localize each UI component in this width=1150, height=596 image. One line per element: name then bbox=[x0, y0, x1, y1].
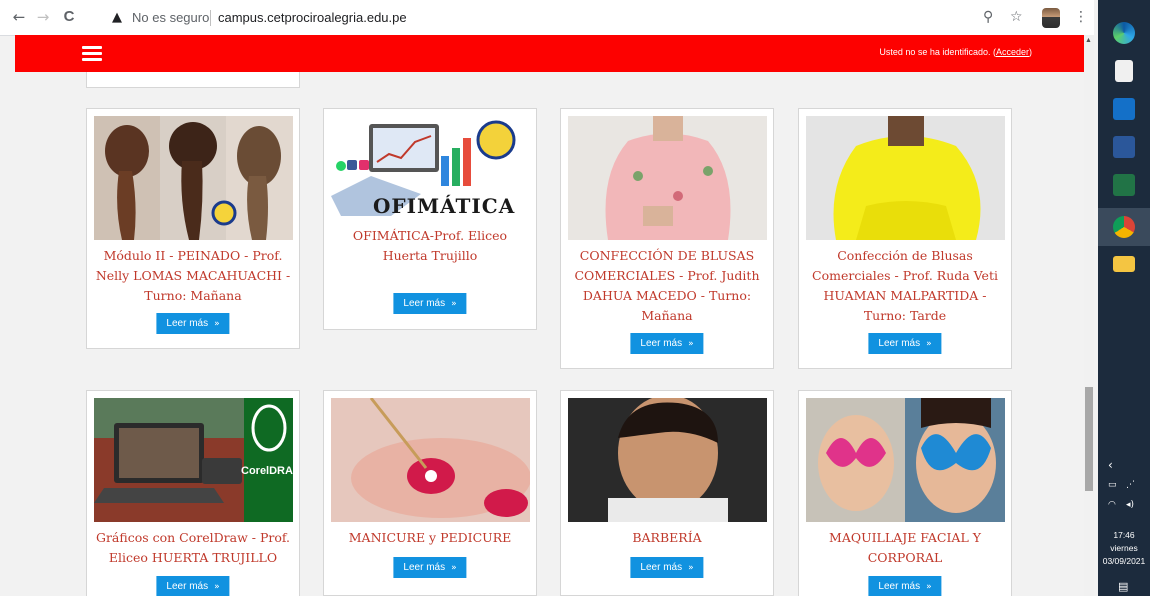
excel-icon[interactable] bbox=[1113, 174, 1135, 196]
course-image-barberia[interactable] bbox=[568, 398, 767, 522]
course-card: Confección de Blusas Comerciales - Prof.… bbox=[798, 108, 1012, 369]
read-more-button[interactable]: Leer más» bbox=[630, 557, 704, 578]
site-header: Usted no se ha identificado. (Acceder) bbox=[15, 35, 1084, 72]
course-title[interactable]: MANICURE y PEDICURE bbox=[330, 528, 530, 548]
login-info: Usted no se ha identificado. (Acceder) bbox=[879, 47, 1032, 57]
chevron-right-icon: » bbox=[214, 582, 220, 592]
course-image-ofimatica[interactable]: OFIMÁTICA bbox=[331, 116, 530, 240]
file-explorer-icon[interactable] bbox=[1113, 256, 1135, 272]
browser-toolbar: ← → C ▲ No es seguro campus.cetprociroal… bbox=[0, 0, 1094, 36]
login-text: Usted no se ha identificado. ( bbox=[879, 47, 996, 57]
course-title[interactable]: MAQUILLAJE FACIAL Y CORPORAL bbox=[805, 528, 1005, 568]
clock-time[interactable]: 17:46 bbox=[1098, 530, 1150, 540]
course-card: Módulo II - PEINADO - Prof. Nelly LOMAS … bbox=[86, 108, 300, 349]
chevron-right-icon: » bbox=[451, 563, 457, 573]
profile-avatar[interactable] bbox=[1042, 8, 1060, 28]
chevron-right-icon: » bbox=[451, 299, 457, 309]
previous-card-bottom bbox=[86, 72, 300, 88]
read-more-button[interactable]: Leer más» bbox=[156, 313, 230, 334]
edge-icon[interactable] bbox=[1113, 22, 1135, 44]
course-card: MAQUILLAJE FACIAL Y CORPORAL Leer más» bbox=[798, 390, 1012, 596]
clock-day[interactable]: viernes bbox=[1098, 543, 1150, 553]
page-scrollbar[interactable]: ▲ bbox=[1084, 35, 1094, 596]
course-card: BARBERÍA Leer más» bbox=[560, 390, 774, 596]
reload-icon[interactable]: C bbox=[60, 8, 78, 26]
login-close: ) bbox=[1029, 47, 1032, 57]
course-title[interactable]: BARBERÍA bbox=[567, 528, 767, 548]
chevron-right-icon: » bbox=[688, 339, 694, 349]
read-more-button[interactable]: Leer más» bbox=[156, 576, 230, 596]
read-more-button[interactable]: Leer más» bbox=[393, 293, 467, 314]
forward-icon[interactable]: → bbox=[34, 8, 52, 26]
read-more-button[interactable]: Leer más» bbox=[630, 333, 704, 354]
windows-taskbar: ‹ ▭ ⋰ ◠ ◂) 17:46 viernes 03/09/2021 ▤ bbox=[1098, 0, 1150, 596]
ofimatica-logo-text: OFIMÁTICA bbox=[373, 194, 516, 218]
warning-icon[interactable]: ▲ bbox=[112, 7, 122, 29]
coreldraw-logo-text: CorelDRA bbox=[241, 465, 293, 477]
scroll-up-icon[interactable]: ▲ bbox=[1085, 37, 1092, 44]
notification-icon[interactable]: ▤ bbox=[1118, 580, 1128, 593]
course-card: CONFECCIÓN DE BLUSAS COMERCIALES - Prof.… bbox=[560, 108, 774, 369]
read-more-button[interactable]: Leer más» bbox=[868, 333, 942, 354]
course-grid: Módulo II - PEINADO - Prof. Nelly LOMAS … bbox=[15, 72, 1084, 596]
star-icon[interactable]: ☆ bbox=[1010, 9, 1023, 25]
read-more-button[interactable]: Leer más» bbox=[393, 557, 467, 578]
course-image-peinado[interactable] bbox=[94, 116, 293, 240]
chevron-right-icon: » bbox=[688, 563, 694, 573]
read-more-button[interactable]: Leer más» bbox=[868, 576, 942, 596]
course-image-maquillaje[interactable] bbox=[806, 398, 1005, 522]
course-image-manicure[interactable] bbox=[331, 398, 530, 522]
login-link[interactable]: Acceder bbox=[996, 47, 1029, 57]
hamburger-menu-icon[interactable] bbox=[82, 46, 102, 61]
course-image-blusas-tarde[interactable] bbox=[806, 116, 1005, 240]
course-title[interactable]: Módulo II - PEINADO - Prof. Nelly LOMAS … bbox=[93, 246, 293, 306]
address-bar[interactable]: ▲ No es seguro campus.cetprociroalegria.… bbox=[112, 7, 1012, 29]
wifi-icon[interactable]: ◠ bbox=[1108, 500, 1116, 510]
course-image-coreldraw[interactable]: CorelDRA bbox=[94, 398, 293, 522]
clock-date[interactable]: 03/09/2021 bbox=[1098, 556, 1150, 566]
scrollbar-thumb[interactable] bbox=[1085, 387, 1093, 491]
chevron-right-icon: » bbox=[926, 339, 932, 349]
course-image-blusas[interactable] bbox=[568, 116, 767, 240]
course-card: CorelDRA Gráficos con CorelDraw - Prof. … bbox=[86, 390, 300, 596]
chevron-right-icon: » bbox=[926, 582, 932, 592]
menu-icon[interactable]: ⋮ bbox=[1074, 9, 1088, 25]
store-icon[interactable] bbox=[1115, 60, 1133, 82]
zoom-icon[interactable]: ⚲ bbox=[983, 9, 993, 25]
course-title[interactable]: Confección de Blusas Comerciales - Prof.… bbox=[805, 246, 1005, 326]
chevron-left-icon[interactable]: ‹ bbox=[1108, 458, 1113, 472]
battery-icon[interactable]: ▭ bbox=[1108, 480, 1117, 490]
back-icon[interactable]: ← bbox=[10, 8, 28, 26]
mail-icon[interactable] bbox=[1113, 98, 1135, 120]
volume-icon[interactable]: ◂) bbox=[1126, 500, 1134, 510]
course-title[interactable]: Gráficos con CorelDraw - Prof. Eliceo HU… bbox=[93, 528, 293, 568]
chrome-icon[interactable] bbox=[1113, 216, 1135, 238]
course-title[interactable]: OFIMÁTICA-Prof. Eliceo Huerta Trujillo bbox=[330, 226, 530, 266]
course-title[interactable]: CONFECCIÓN DE BLUSAS COMERCIALES - Prof.… bbox=[567, 246, 767, 326]
insecure-label[interactable]: No es seguro bbox=[132, 7, 209, 29]
address-separator bbox=[210, 10, 211, 26]
network-icon[interactable]: ⋰ bbox=[1126, 480, 1135, 490]
course-card: MANICURE y PEDICURE Leer más» bbox=[323, 390, 537, 596]
chevron-right-icon: » bbox=[214, 319, 220, 329]
course-card: OFIMÁTICA OFIMÁTICA-Prof. Eliceo Huerta … bbox=[323, 108, 537, 330]
url-text[interactable]: campus.cetprociroalegria.edu.pe bbox=[218, 7, 407, 29]
word-icon[interactable] bbox=[1113, 136, 1135, 158]
